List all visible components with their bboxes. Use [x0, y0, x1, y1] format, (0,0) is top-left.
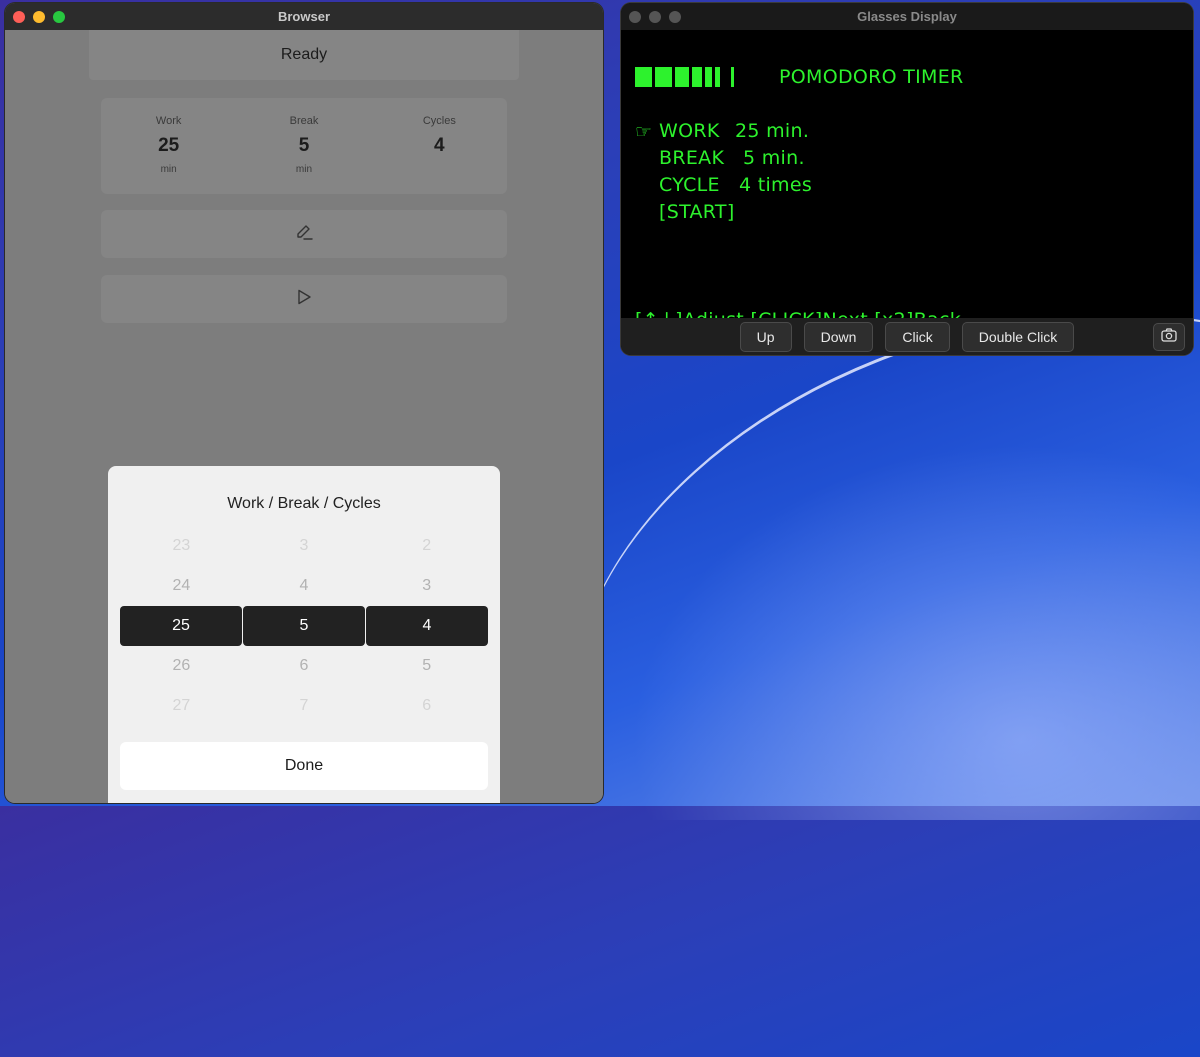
progress-block: [675, 67, 689, 87]
setting-work: Work 25 min: [101, 98, 236, 194]
menu-item-start: [START]: [659, 201, 735, 223]
picker-title: Work / Break / Cycles: [227, 495, 381, 512]
menu-item-value: 5 min.: [743, 147, 805, 169]
picker-option[interactable]: 26: [120, 646, 243, 686]
setting-value: 4: [434, 135, 445, 156]
progress-block: [635, 67, 652, 87]
menu-item-value: 25 min.: [735, 120, 810, 142]
glasses-titlebar[interactable]: Glasses Display: [621, 3, 1193, 30]
zoom-window-button[interactable]: [53, 11, 65, 23]
picker-option[interactable]: 24: [120, 566, 243, 606]
window-controls: [629, 11, 681, 23]
glasses-toolbar: Up Down Click Double Click: [621, 318, 1193, 355]
down-button[interactable]: Down: [803, 321, 874, 352]
picker-selected-row: 25 5 4: [120, 606, 488, 646]
click-button[interactable]: Click: [885, 321, 950, 352]
pointing-hand-icon: ☞: [635, 121, 653, 143]
picker-option[interactable]: 6: [243, 646, 366, 686]
progress-block: [715, 67, 720, 87]
browser-title: Browser: [277, 9, 331, 24]
value-picker[interactable]: 23 3 2 24 4 3 25 5 4 26 6 5 27 7 6: [120, 534, 488, 734]
menu-item-value: 4 times: [739, 174, 813, 196]
setting-label: Break: [289, 115, 319, 127]
close-window-button[interactable]: [13, 11, 25, 23]
picker-option[interactable]: 5: [365, 646, 488, 686]
picker-option[interactable]: 3: [365, 566, 488, 606]
progress-blocks: [635, 67, 734, 87]
picker-option[interactable]: 2: [365, 526, 488, 566]
setting-label: Cycles: [422, 115, 456, 127]
window-controls: [13, 11, 65, 23]
play-icon: [295, 288, 313, 311]
picker-option[interactable]: 7: [243, 686, 366, 726]
setting-label: Work: [155, 115, 182, 127]
start-button[interactable]: [101, 275, 507, 323]
setting-value: 5: [298, 135, 310, 156]
double-click-button[interactable]: Double Click: [961, 321, 1075, 352]
up-button[interactable]: Up: [739, 321, 792, 352]
picker-row: 24 4 3: [120, 566, 488, 606]
close-window-button[interactable]: [629, 11, 641, 23]
progress-block: [731, 67, 734, 87]
picker-row: 27 7 6: [120, 686, 488, 726]
display-header: POMODORO TIMER: [779, 66, 964, 88]
progress-block: [655, 67, 672, 87]
glasses-window: Glasses Display POMODORO TIMER ☞ WORK 25…: [621, 3, 1193, 355]
picker-option[interactable]: 27: [120, 686, 243, 726]
minimize-window-button[interactable]: [649, 11, 661, 23]
picker-selected-cycles[interactable]: 4: [366, 606, 488, 646]
zoom-window-button[interactable]: [669, 11, 681, 23]
browser-titlebar[interactable]: Browser: [5, 3, 603, 30]
wallpaper-glow: [600, 420, 1200, 820]
setting-unit: min: [160, 164, 177, 175]
glasses-screen: POMODORO TIMER ☞ WORK 25 min. BREAK 5 mi…: [621, 30, 1193, 331]
browser-window: Browser Ready Work 25 min Break 5 min Cy…: [5, 3, 603, 803]
menu-item-label: CYCLE: [659, 174, 720, 196]
progress-block: [692, 67, 702, 87]
picker-row: 23 3 2: [120, 526, 488, 566]
settings-card: Work 25 min Break 5 min Cycles 4: [101, 98, 507, 194]
picker-option[interactable]: 23: [120, 526, 243, 566]
menu-item-label: WORK: [659, 120, 720, 142]
browser-page: Ready Work 25 min Break 5 min Cycles 4 W…: [5, 30, 603, 803]
picker-option[interactable]: 4: [243, 566, 366, 606]
picker-option[interactable]: 3: [243, 526, 366, 566]
menu-item-label: BREAK: [659, 147, 725, 169]
progress-block: [705, 67, 712, 87]
setting-value: 25: [158, 135, 180, 156]
picker-sheet: Work / Break / Cycles 23 3 2 24 4 3 25 5…: [108, 466, 500, 803]
minimize-window-button[interactable]: [33, 11, 45, 23]
glasses-title: Glasses Display: [857, 9, 957, 24]
camera-icon: [1161, 327, 1177, 347]
screenshot-button[interactable]: [1153, 323, 1185, 351]
picker-selected-work[interactable]: 25: [120, 606, 242, 646]
pencil-icon: [294, 222, 314, 247]
picker-option[interactable]: 6: [365, 686, 488, 726]
setting-break: Break 5 min: [236, 98, 371, 194]
status-text: Ready: [89, 30, 519, 80]
picker-row: 26 6 5: [120, 646, 488, 686]
done-button[interactable]: Done: [120, 742, 488, 790]
setting-unit: min: [295, 164, 313, 175]
picker-selected-break[interactable]: 5: [243, 606, 365, 646]
setting-cycles: Cycles 4: [372, 98, 507, 194]
edit-button[interactable]: [101, 210, 507, 258]
